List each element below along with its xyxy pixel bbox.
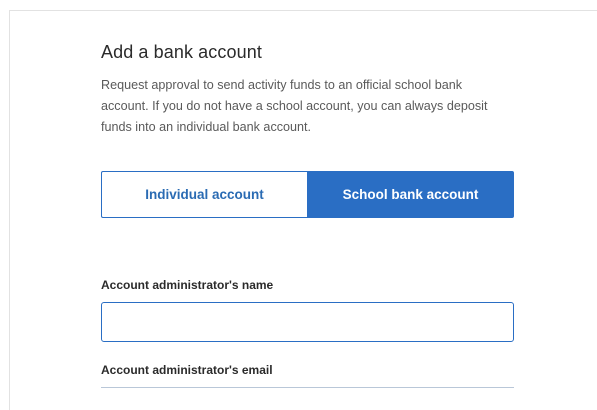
- admin-name-input[interactable]: [101, 302, 514, 342]
- account-type-toggle: Individual account School bank account: [101, 171, 514, 218]
- admin-email-label: Account administrator's email: [101, 363, 273, 377]
- page-description: Request approval to send activity funds …: [101, 78, 488, 134]
- school-bank-account-option[interactable]: School bank account: [307, 171, 514, 218]
- admin-name-label: Account administrator's name: [101, 278, 274, 292]
- page-title: Add a bank account: [101, 42, 262, 62]
- individual-account-option[interactable]: Individual account: [101, 171, 307, 218]
